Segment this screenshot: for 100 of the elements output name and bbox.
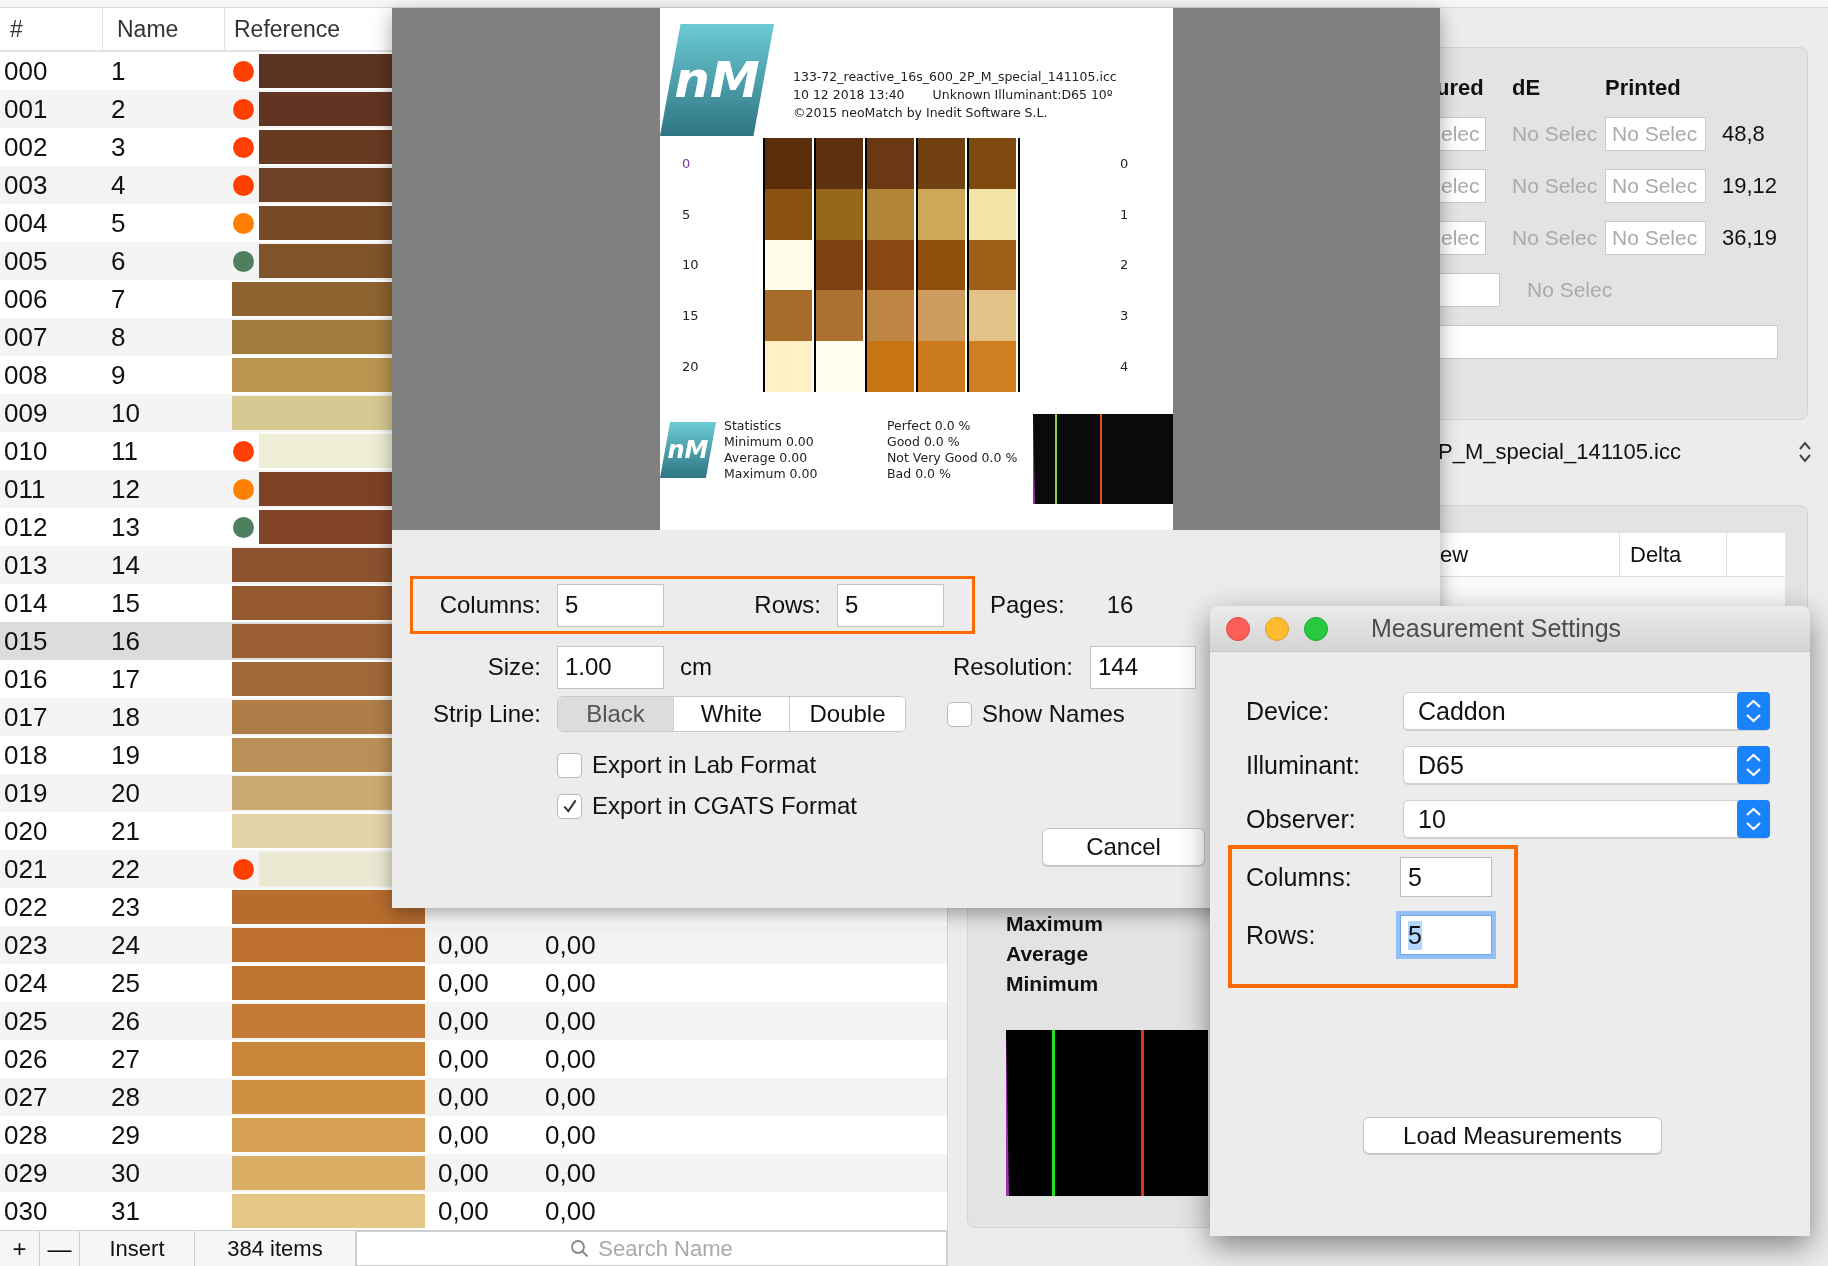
profile-popup[interactable]: P_M_special_141105.icc: [1438, 439, 1681, 465]
table-cell-text: 3: [110, 131, 127, 163]
stat-text: Not Very Good 0.0 %: [887, 450, 1019, 466]
table-cell-text: 000: [3, 55, 49, 87]
updown-arrows-icon[interactable]: [1798, 440, 1812, 464]
table-cell-text: 016: [3, 663, 49, 695]
cancel-button[interactable]: Cancel: [1042, 828, 1205, 866]
stat-text: Perfect 0.0 %: [887, 418, 972, 434]
table-cell-text: 30: [110, 1157, 141, 1189]
dropdown[interactable]: D65: [1403, 746, 1770, 784]
field-label: Resolution:: [951, 653, 1073, 681]
table-cell-text: 029: [3, 1157, 49, 1189]
table-cell-text: 19: [110, 739, 141, 771]
field-label: Pages:: [990, 591, 1065, 619]
value-label: No Selec: [1512, 122, 1599, 146]
field-label: Rows:: [753, 591, 821, 619]
table-row[interactable]: 029 30 0,00 0,00: [0, 1154, 947, 1192]
table-cell-text: 0,00: [544, 929, 597, 961]
segment[interactable]: Double: [789, 697, 905, 731]
table-cell-text: 019: [3, 777, 49, 809]
table-cell-text: 028: [3, 1119, 49, 1151]
table-cell-text: 23: [110, 891, 141, 923]
table-cell-text: 5: [110, 207, 127, 239]
table-cell-text: 29: [110, 1119, 141, 1151]
table-cell-text: 017: [3, 701, 49, 733]
updown-arrows-icon[interactable]: [1737, 746, 1770, 784]
column-header[interactable]: #: [0, 8, 103, 50]
table-cell-text: 011: [3, 473, 47, 505]
search-icon: [570, 1238, 591, 1259]
table-cell-text: 0,00: [437, 1081, 490, 1113]
stat-text: Maximum 0.00: [724, 466, 819, 482]
table-cell-text: 31: [110, 1195, 141, 1227]
table-cell-text: 014: [3, 587, 49, 619]
table-cell-text: 17: [110, 663, 141, 695]
column-header[interactable]: Name: [103, 8, 225, 50]
copyright-text: ©2015 neoMatch by Inedit Software S.L.: [793, 104, 1049, 122]
unit-label: cm: [680, 653, 713, 681]
dropdown[interactable]: 10: [1403, 800, 1770, 838]
input-field[interactable]: 1.00: [557, 645, 664, 689]
updown-arrows-icon[interactable]: [1737, 800, 1770, 838]
table-cell-text: 11: [110, 435, 139, 467]
row-label: 10: [681, 256, 700, 275]
table-cell-text: 2: [110, 93, 127, 125]
row-label: 0: [681, 154, 692, 173]
input-field[interactable]: 5: [837, 583, 944, 627]
value-label: No Selec: [1527, 278, 1614, 302]
input-field[interactable]: 5: [1400, 857, 1492, 897]
load-button[interactable]: Load Measurements: [1363, 1117, 1662, 1154]
table-cell-text: 13: [110, 511, 141, 543]
row-label: 20: [681, 358, 700, 377]
table-cell-text: 020: [3, 815, 49, 847]
table-cell-text: 28: [110, 1081, 141, 1113]
table-cell-text: 010: [3, 435, 49, 467]
checkbox-label[interactable]: Show Names: [982, 700, 1125, 728]
checkbox-label[interactable]: Export in Lab Format: [592, 751, 817, 779]
table-cell-text: 0,00: [544, 1195, 597, 1227]
field-label: Strip Line:: [431, 700, 541, 728]
field-label: Device:: [1246, 696, 1331, 726]
table-cell-text: 025: [3, 1005, 49, 1037]
checkbox[interactable]: [557, 793, 582, 819]
table-cell-text: 012: [3, 511, 49, 543]
table-cell-text: 26: [110, 1005, 141, 1037]
file-name: 133-72_reactive_16s_600_2P_M_special_141105.icc: [793, 68, 1117, 86]
row-label: 2: [1120, 256, 1129, 275]
value-label: No Selec: [1512, 226, 1599, 250]
table-cell-text: 14: [110, 549, 141, 581]
value-label: 36,19: [1722, 225, 1779, 251]
table-cell-text: 22: [110, 853, 141, 885]
table-row[interactable]: 025 26 0,00 0,00: [0, 1002, 947, 1040]
checkbox[interactable]: [947, 701, 972, 727]
checkbox-label[interactable]: Export in CGATS Format: [592, 792, 857, 820]
close-button[interactable]: [1226, 616, 1250, 641]
table-cell-text: 004: [3, 207, 49, 239]
value-label: 48,8: [1722, 121, 1766, 147]
field-label: Rows:: [1246, 920, 1317, 950]
table-cell-text: 027: [3, 1081, 49, 1113]
table-cell-text: 0,00: [544, 1043, 597, 1075]
segment[interactable]: Black: [558, 697, 673, 731]
table-cell-text: 0,00: [437, 1005, 490, 1037]
row-label: 5: [681, 205, 692, 224]
stat-text: Average 0.00: [724, 450, 809, 466]
dropdown[interactable]: Caddon: [1403, 692, 1770, 730]
zoom-button[interactable]: [1304, 616, 1328, 641]
checkbox[interactable]: [557, 752, 582, 778]
table-cell-text: 15: [110, 587, 141, 619]
table-cell-text: 0,00: [437, 1119, 490, 1151]
field-label: Observer:: [1246, 804, 1357, 834]
input-field[interactable]: 144: [1090, 645, 1196, 689]
table-cell-text: 8: [110, 321, 127, 353]
table-cell-text: 6: [110, 245, 127, 277]
table-cell-text: 006: [3, 283, 49, 315]
field-label: Columns:: [438, 591, 541, 619]
table-cell-text: 030: [3, 1195, 49, 1227]
updown-arrows-icon[interactable]: [1737, 692, 1770, 730]
table-cell-text: 16: [110, 625, 141, 657]
input-field[interactable]: 5: [557, 583, 664, 627]
table-row[interactable]: 023 24 0,00 0,00: [0, 926, 947, 964]
value-label: 19,12: [1722, 173, 1779, 199]
row-label: 4: [1120, 358, 1129, 377]
table-row[interactable]: 027 28 0,00 0,00: [0, 1078, 947, 1116]
